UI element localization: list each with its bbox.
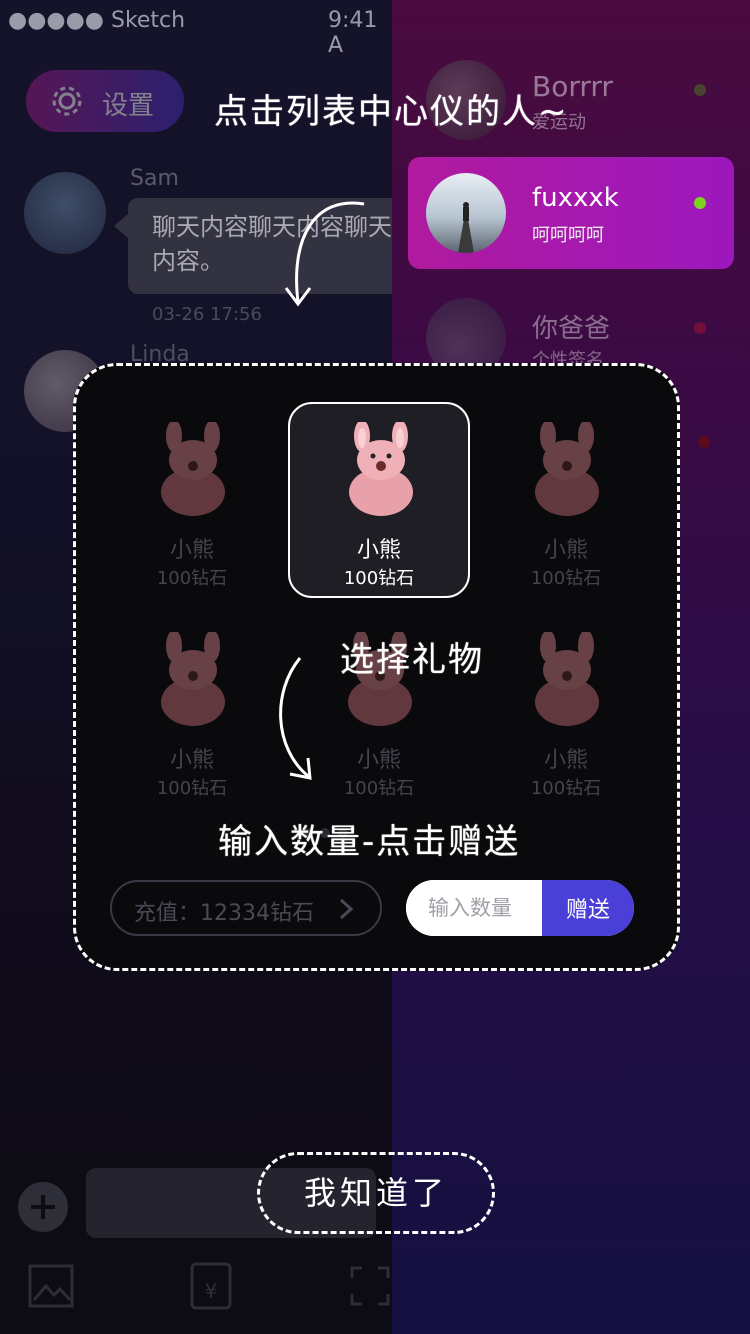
bear-gift-icon bbox=[535, 422, 599, 516]
gift-name: 小熊 bbox=[543, 538, 588, 563]
gift-price: 100钻石 bbox=[343, 568, 415, 589]
image-icon[interactable] bbox=[28, 1264, 74, 1308]
gift-name: 小熊 bbox=[169, 748, 214, 773]
curved-arrow-icon bbox=[279, 657, 312, 780]
svg-text:¥: ¥ bbox=[205, 1279, 218, 1303]
gift-name: 小熊 bbox=[356, 538, 401, 563]
contact-name: fuxxxk bbox=[532, 183, 619, 213]
status-dot bbox=[694, 322, 706, 334]
gift-price: 100钻石 bbox=[156, 778, 228, 799]
status-dot bbox=[694, 84, 706, 96]
sender-name: Sam bbox=[130, 166, 179, 191]
gift-item[interactable]: 小熊 100钻石 bbox=[476, 614, 656, 810]
gift-price: 100钻石 bbox=[156, 568, 228, 589]
scan-icon[interactable] bbox=[348, 1264, 392, 1308]
gift-item[interactable]: 小熊 100钻石 bbox=[102, 404, 282, 600]
avatar[interactable] bbox=[24, 172, 106, 254]
curved-arrow-icon bbox=[284, 201, 365, 307]
recharge-button[interactable]: 充值：12334钻石 bbox=[110, 880, 382, 936]
gift-item[interactable]: 小熊 100钻石 bbox=[476, 404, 656, 600]
online-dot bbox=[694, 197, 706, 209]
gift-name: 小熊 bbox=[169, 538, 214, 563]
status-bar: ●●●●● Sketch 9:41 A bbox=[0, 0, 392, 58]
carrier-label: ●●●●● Sketch bbox=[8, 8, 186, 33]
status-dot bbox=[698, 436, 710, 448]
contact-name: 你爸爸 bbox=[532, 314, 611, 344]
clock-label: 9:41 A bbox=[328, 8, 378, 58]
hint-enter-amount: 输入数量-点击赠送 bbox=[218, 822, 521, 862]
bear-gift-icon bbox=[161, 632, 225, 726]
chevron-right-icon bbox=[339, 898, 354, 920]
gift-price: 100钻石 bbox=[530, 778, 602, 799]
quantity-input[interactable] bbox=[406, 880, 542, 936]
settings-label: 设置 bbox=[102, 91, 155, 121]
bubble-tip bbox=[114, 214, 128, 238]
got-it-button[interactable]: 我知道了 bbox=[257, 1152, 495, 1234]
recharge-label: 充值：12334钻石 bbox=[134, 901, 314, 926]
contact-signature: 呵呵呵呵 bbox=[532, 225, 604, 246]
gear-icon bbox=[52, 86, 82, 116]
settings-button[interactable]: 设置 bbox=[26, 70, 184, 132]
contact-item-selected[interactable]: fuxxxk 呵呵呵呵 bbox=[408, 157, 734, 269]
red-packet-icon[interactable]: ¥ bbox=[190, 1262, 232, 1310]
bear-gift-icon bbox=[349, 422, 413, 516]
hint-tap-center: 点击列表中心仪的人~ bbox=[214, 92, 569, 132]
contact-photo bbox=[426, 173, 506, 253]
gift-item-selected[interactable]: 小熊 100钻石 bbox=[288, 402, 470, 598]
contact-avatar bbox=[426, 173, 506, 253]
gift-price: 100钻石 bbox=[530, 568, 602, 589]
hint-choose-gift: 选择礼物 bbox=[340, 640, 484, 680]
add-icon[interactable] bbox=[18, 1182, 68, 1232]
quantity-send-group: 赠送 bbox=[406, 880, 634, 936]
send-button[interactable]: 赠送 bbox=[542, 880, 634, 936]
gift-item[interactable]: 小熊 100钻石 bbox=[102, 614, 282, 810]
gift-name: 小熊 bbox=[543, 748, 588, 773]
bear-gift-icon bbox=[161, 422, 225, 516]
bear-gift-icon bbox=[535, 632, 599, 726]
message-time: 03-26 17:56 bbox=[152, 304, 262, 325]
